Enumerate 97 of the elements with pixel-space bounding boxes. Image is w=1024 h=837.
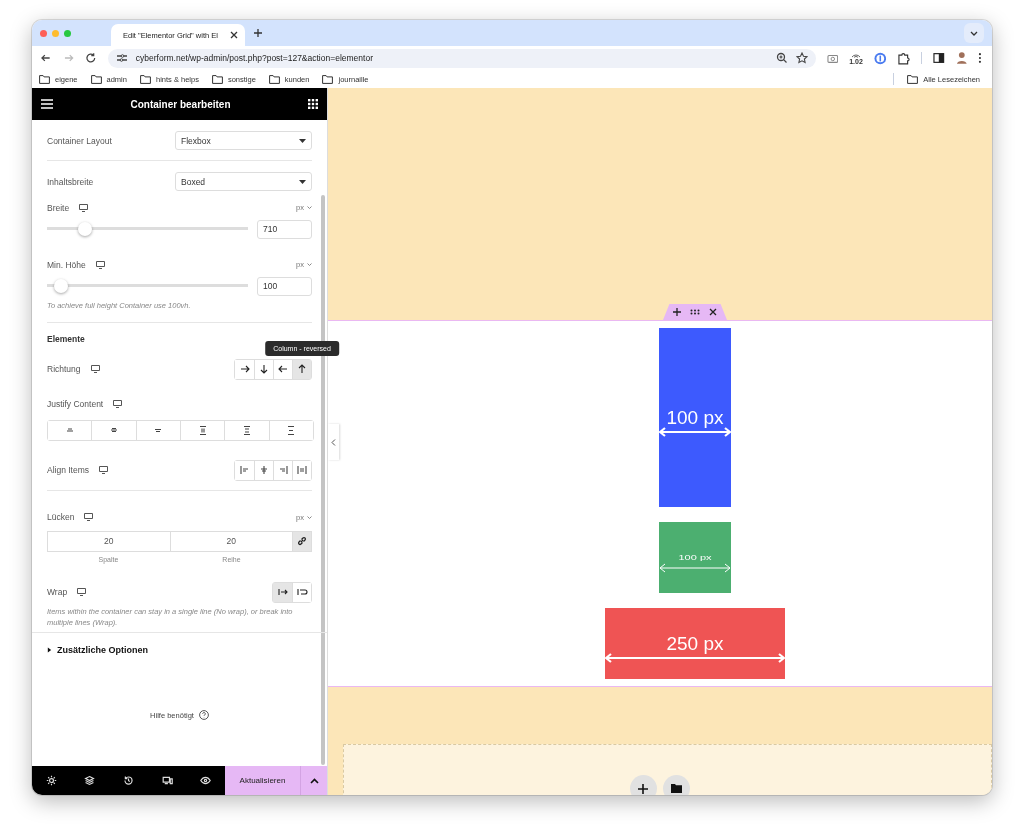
close-icon[interactable] <box>709 308 717 316</box>
section-heading: Elemente <box>47 333 86 344</box>
wrap-button[interactable] <box>273 582 292 602</box>
reload-icon[interactable] <box>85 52 97 64</box>
folder-icon <box>670 784 682 793</box>
field-label: Align Items <box>47 465 90 476</box>
add-template-button[interactable] <box>662 775 690 795</box>
camera-icon[interactable] <box>826 52 839 64</box>
folder-icon <box>39 74 50 84</box>
layers-icon[interactable] <box>84 775 96 786</box>
preview-icon[interactable] <box>200 775 212 786</box>
folder-icon <box>211 74 223 84</box>
field-label: Wrap <box>47 587 68 598</box>
field-label: Breite <box>47 202 70 213</box>
caret-icon <box>307 206 312 209</box>
folder-icon <box>907 74 919 84</box>
site-settings-icon[interactable] <box>115 52 128 64</box>
menu-icon[interactable] <box>978 52 982 64</box>
align-button[interactable] <box>292 460 311 480</box>
desktop-icon[interactable] <box>113 400 123 409</box>
settings-icon[interactable] <box>45 775 57 786</box>
number-input[interactable]: 100 <box>257 276 312 296</box>
row-gap-input[interactable]: 20 <box>169 530 293 552</box>
folder-icon <box>322 74 334 84</box>
justify-icon <box>66 428 73 433</box>
width-arrow <box>659 427 731 437</box>
content-width-select[interactable]: Boxed <box>175 172 312 191</box>
add-icon[interactable] <box>673 308 681 316</box>
tab-list-icon[interactable] <box>964 23 984 43</box>
dropdown-icon <box>299 138 306 143</box>
align-icon <box>296 464 308 477</box>
slider-thumb[interactable] <box>78 222 93 236</box>
password-manager-icon[interactable] <box>873 51 887 65</box>
caret-icon <box>307 515 312 519</box>
field-label: Lücken <box>47 512 75 523</box>
history-icon[interactable] <box>123 775 134 786</box>
desktop-icon[interactable] <box>77 588 87 597</box>
add-icon <box>638 783 648 794</box>
align-icon <box>277 464 289 477</box>
close-icon[interactable] <box>229 30 239 40</box>
folder-icon <box>268 74 280 84</box>
field-label: Inhaltsbreite <box>47 176 94 187</box>
drag-icon[interactable] <box>690 309 700 315</box>
justify-icon <box>199 425 206 435</box>
url-text: cyberform.net/wp-admin/post.php?post=127&action=elementor <box>135 53 373 63</box>
column-gap-input[interactable]: 20 <box>47 530 171 552</box>
field-label: Justify Content <box>47 399 104 410</box>
desktop-icon[interactable] <box>99 466 109 475</box>
more-options-button[interactable] <box>300 766 327 795</box>
justify-icon <box>111 428 117 433</box>
width-arrow <box>659 563 731 573</box>
side-panel-icon[interactable] <box>932 52 945 64</box>
align-icon <box>258 464 270 477</box>
desktop-icon[interactable] <box>95 260 105 269</box>
chevron-icon <box>331 438 336 446</box>
folder-icon <box>139 74 151 84</box>
folder-icon <box>90 74 102 84</box>
star-icon[interactable] <box>795 52 808 64</box>
container-handle[interactable] <box>663 304 727 320</box>
wifi-icon <box>851 51 862 58</box>
avatar-icon[interactable] <box>955 51 968 65</box>
update-button[interactable]: Aktualisieren <box>225 766 300 795</box>
section-toggle[interactable]: Zusätzliche Optionen <box>32 632 327 666</box>
new-tab-icon[interactable] <box>253 28 263 38</box>
caret-icon <box>307 263 312 266</box>
justify-icon <box>288 425 295 435</box>
arrow-icon <box>258 363 270 376</box>
width-label: 100 px <box>666 408 724 427</box>
zoom-icon[interactable] <box>775 52 788 64</box>
widgets-grid-icon[interactable] <box>308 99 318 109</box>
help-icon <box>198 710 209 720</box>
extensions-icon[interactable] <box>897 51 910 65</box>
menu-icon[interactable] <box>41 99 53 109</box>
width-label: 250 px <box>666 634 724 653</box>
desktop-icon[interactable] <box>90 365 100 374</box>
field-label: Richtung <box>47 364 81 375</box>
link-icon <box>297 536 307 547</box>
justify-icon <box>155 428 162 432</box>
desktop-icon[interactable] <box>84 513 94 522</box>
dropdown-icon <box>299 179 306 184</box>
link-values-button[interactable] <box>292 530 312 552</box>
wrap-button[interactable] <box>292 582 311 602</box>
align-icon <box>238 464 251 477</box>
justify-icon <box>243 425 250 435</box>
responsive-icon[interactable] <box>161 775 173 786</box>
panel-title: Container bearbeiten <box>130 98 231 110</box>
add-section-button[interactable] <box>629 775 657 795</box>
desktop-icon[interactable] <box>79 203 89 212</box>
back-icon[interactable] <box>40 52 52 64</box>
slider-thumb[interactable] <box>54 279 69 293</box>
arrow-icon <box>296 363 308 376</box>
field-label: Min. Höhe <box>47 259 86 270</box>
caret-icon <box>309 777 319 784</box>
layout-select[interactable]: Flexbox <box>175 131 312 150</box>
number-input[interactable]: 710 <box>257 219 312 239</box>
field-label: Container Layout <box>47 135 112 146</box>
address-bar[interactable]: cyberform.net/wp-admin/post.php?post=127&action=elementor <box>107 48 816 68</box>
